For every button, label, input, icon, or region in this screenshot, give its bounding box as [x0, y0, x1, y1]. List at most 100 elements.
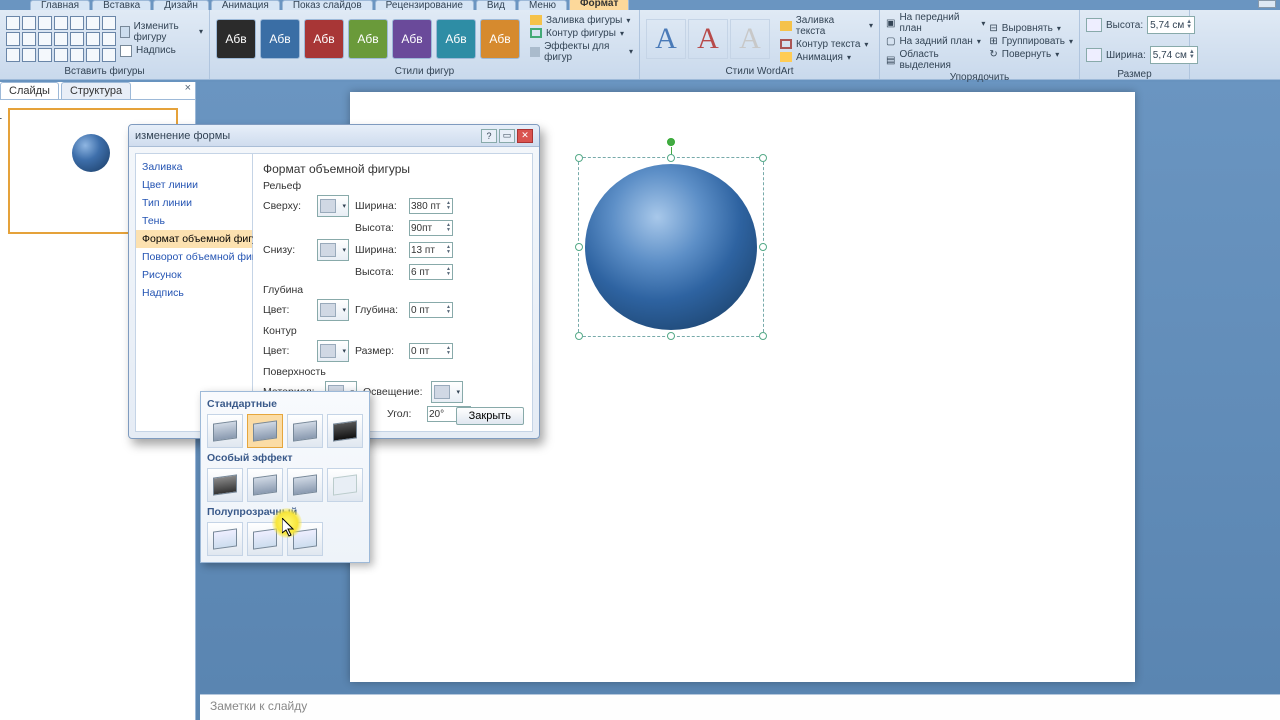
material-special-3[interactable] — [287, 468, 323, 502]
tab-главная[interactable]: Главная — [30, 0, 90, 10]
notes-pane[interactable]: Заметки к слайду — [200, 694, 1280, 720]
handle-bl[interactable] — [575, 332, 583, 340]
shape-glyph[interactable] — [22, 32, 36, 46]
tab-вставка[interactable]: Вставка — [92, 0, 151, 10]
top-width-input[interactable]: 380 пт▲▼ — [409, 198, 453, 214]
shape-style-swatch[interactable]: Абв — [348, 19, 388, 59]
handle-mr[interactable] — [759, 243, 767, 251]
align-button[interactable]: ⊟ Выровнять▾ — [989, 23, 1073, 34]
tab-показ слайдов[interactable]: Показ слайдов — [282, 0, 373, 10]
tab-slides[interactable]: Слайды — [0, 82, 59, 99]
handle-tl[interactable] — [575, 154, 583, 162]
tab-structure[interactable]: Структура — [61, 82, 131, 99]
tab-дизайн[interactable]: Дизайн — [153, 0, 209, 10]
dialog-restore[interactable]: ▭ — [499, 129, 515, 143]
material-translucent-3[interactable] — [287, 522, 323, 556]
shape-style-swatch[interactable]: Абв — [436, 19, 476, 59]
wordart-style[interactable]: A — [730, 19, 770, 59]
material-special-2[interactable] — [247, 468, 283, 502]
wordart-gallery[interactable]: AAA — [646, 19, 770, 59]
tab-формат[interactable]: Формат — [569, 0, 629, 10]
selection-pane-button[interactable]: ▤ Область выделения — [886, 49, 985, 71]
shape-glyph[interactable] — [86, 16, 100, 30]
dialog-titlebar[interactable]: изменение формы ? ▭ ✕ — [129, 125, 539, 147]
shape-glyph[interactable] — [22, 48, 36, 62]
shape-glyph[interactable] — [38, 16, 52, 30]
dialog-nav-item[interactable]: Цвет линии — [136, 176, 252, 194]
group-button[interactable]: ⊞ Группировать▾ — [989, 36, 1073, 47]
dialog-nav-item[interactable]: Надпись — [136, 284, 252, 302]
shape-style-swatch[interactable]: Абв — [260, 19, 300, 59]
material-standard-1[interactable] — [207, 414, 243, 448]
edit-shape-button[interactable]: Изменить фигуру▾ — [120, 21, 203, 43]
depth-color-combo[interactable]: ▾ — [317, 299, 349, 321]
dialog-nav-item[interactable]: Поворот объемной фигуры — [136, 248, 252, 266]
shape-glyph[interactable] — [6, 16, 20, 30]
dialog-help[interactable]: ? — [481, 129, 497, 143]
material-translucent-2[interactable] — [247, 522, 283, 556]
shape-style-gallery[interactable]: АбвАбвАбвАбвАбвАбвАбв — [216, 19, 520, 59]
shape-fill-button[interactable]: Заливка фигуры▾ — [530, 15, 633, 26]
height-input[interactable]: 5,74 см▲▼ — [1147, 16, 1195, 34]
text-fill-button[interactable]: Заливка текста▾ — [780, 15, 873, 37]
contour-color-combo[interactable]: ▾ — [317, 340, 349, 362]
rotation-handle[interactable] — [667, 138, 675, 146]
shape-glyph[interactable] — [54, 48, 68, 62]
shape-glyph[interactable] — [6, 32, 20, 46]
bevel-top-combo[interactable]: ▾ — [317, 195, 349, 217]
close-panel[interactable]: × — [181, 82, 195, 99]
animation-button[interactable]: Анимация▾ — [780, 52, 873, 63]
shapes-gallery[interactable] — [6, 16, 116, 62]
top-height-input[interactable]: 90пт▲▼ — [409, 220, 453, 236]
shape-outline-button[interactable]: Контур фигуры▾ — [530, 28, 633, 39]
material-special-4[interactable] — [327, 468, 363, 502]
material-standard-2[interactable] — [247, 414, 283, 448]
bring-front-button[interactable]: ▣ На передний план▾ — [886, 12, 985, 34]
close-button[interactable]: Закрыть — [456, 407, 524, 425]
lighting-combo[interactable]: ▾ — [431, 381, 463, 403]
shape-glyph[interactable] — [38, 48, 52, 62]
shape-style-swatch[interactable]: Абв — [480, 19, 520, 59]
handle-br[interactable] — [759, 332, 767, 340]
shape-effects-button[interactable]: Эффекты для фигур▾ — [530, 41, 633, 63]
shape-style-swatch[interactable]: Абв — [216, 19, 256, 59]
material-translucent-1[interactable] — [207, 522, 243, 556]
dialog-nav-item[interactable]: Заливка — [136, 158, 252, 176]
shape-glyph[interactable] — [70, 32, 84, 46]
wordart-style[interactable]: A — [688, 19, 728, 59]
rotate-button[interactable]: ↻ Повернуть▾ — [989, 49, 1073, 60]
dialog-nav-item[interactable]: Тень — [136, 212, 252, 230]
tab-анимация[interactable]: Анимация — [211, 0, 280, 10]
tab-вид[interactable]: Вид — [476, 0, 516, 10]
dialog-nav-item[interactable]: Тип линии — [136, 194, 252, 212]
bot-height-input[interactable]: 6 пт▲▼ — [409, 264, 453, 280]
handle-ml[interactable] — [575, 243, 583, 251]
shape-glyph[interactable] — [38, 32, 52, 46]
shape-glyph[interactable] — [70, 48, 84, 62]
shape-style-swatch[interactable]: Абв — [392, 19, 432, 59]
contour-size-input[interactable]: 0 пт▲▼ — [409, 343, 453, 359]
material-standard-3[interactable] — [287, 414, 323, 448]
shape-glyph[interactable] — [102, 16, 116, 30]
textbox-button[interactable]: Надпись — [120, 45, 203, 57]
dialog-close-icon[interactable]: ✕ — [517, 129, 533, 143]
shape-glyph[interactable] — [86, 48, 100, 62]
bot-width-input[interactable]: 13 пт▲▼ — [409, 242, 453, 258]
shape-glyph[interactable] — [70, 16, 84, 30]
material-special-1[interactable] — [207, 468, 243, 502]
handle-bc[interactable] — [667, 332, 675, 340]
handle-tc[interactable] — [667, 154, 675, 162]
shape-glyph[interactable] — [102, 48, 116, 62]
dialog-nav-item[interactable]: Формат объемной фигуры — [136, 230, 252, 248]
tab-рецензирование[interactable]: Рецензирование — [375, 0, 474, 10]
shape-glyph[interactable] — [54, 32, 68, 46]
handle-tr[interactable] — [759, 154, 767, 162]
bevel-bottom-combo[interactable]: ▾ — [317, 239, 349, 261]
width-input[interactable]: 5,74 см▲▼ — [1150, 46, 1198, 64]
tab-меню[interactable]: Меню — [518, 0, 567, 10]
shape-glyph[interactable] — [86, 32, 100, 46]
shape-glyph[interactable] — [54, 16, 68, 30]
wordart-style[interactable]: A — [646, 19, 686, 59]
shape-glyph[interactable] — [22, 16, 36, 30]
shape-glyph[interactable] — [6, 48, 20, 62]
